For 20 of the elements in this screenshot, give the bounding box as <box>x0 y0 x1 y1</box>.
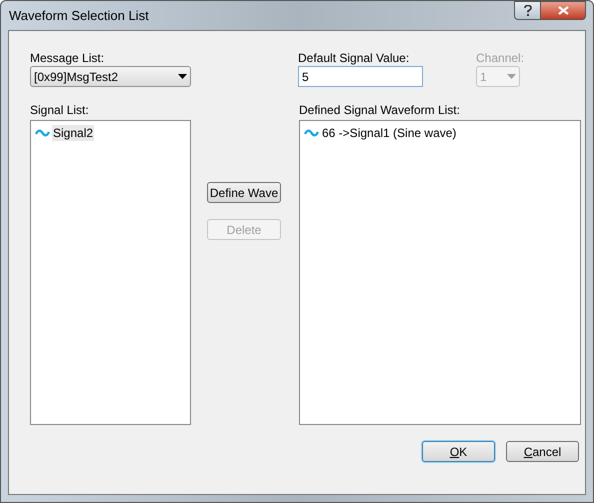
dropdown-arrow-icon <box>507 74 516 79</box>
dropdown-arrow-icon <box>178 74 187 79</box>
help-button[interactable] <box>514 1 541 20</box>
list-label: Signal List: <box>30 102 90 119</box>
close-icon <box>558 6 568 15</box>
message-dropdown[interactable]: [0x99]MsgTest2 <box>30 66 191 87</box>
window-title: Waveform Selection List <box>9 6 149 25</box>
help-icon <box>524 5 532 16</box>
field-label: Default Signal Value: <box>298 50 410 66</box>
dialog-button[interactable]: Cancel <box>506 441 579 462</box>
list-label: Defined Signal Waveform List: <box>299 102 461 119</box>
list-item[interactable]: 66 ->Signal1 (Sine wave) <box>321 125 458 141</box>
list-item[interactable]: Signal2 <box>52 125 94 141</box>
field-label: Message List: <box>30 50 106 66</box>
action-button[interactable]: Define Wave <box>207 182 281 203</box>
default-value-field[interactable]: 5 <box>298 66 423 87</box>
dialog-button[interactable]: OK <box>422 441 495 462</box>
wave-icon <box>35 128 50 138</box>
close-button[interactable] <box>541 1 586 20</box>
wave-icon <box>304 128 319 138</box>
